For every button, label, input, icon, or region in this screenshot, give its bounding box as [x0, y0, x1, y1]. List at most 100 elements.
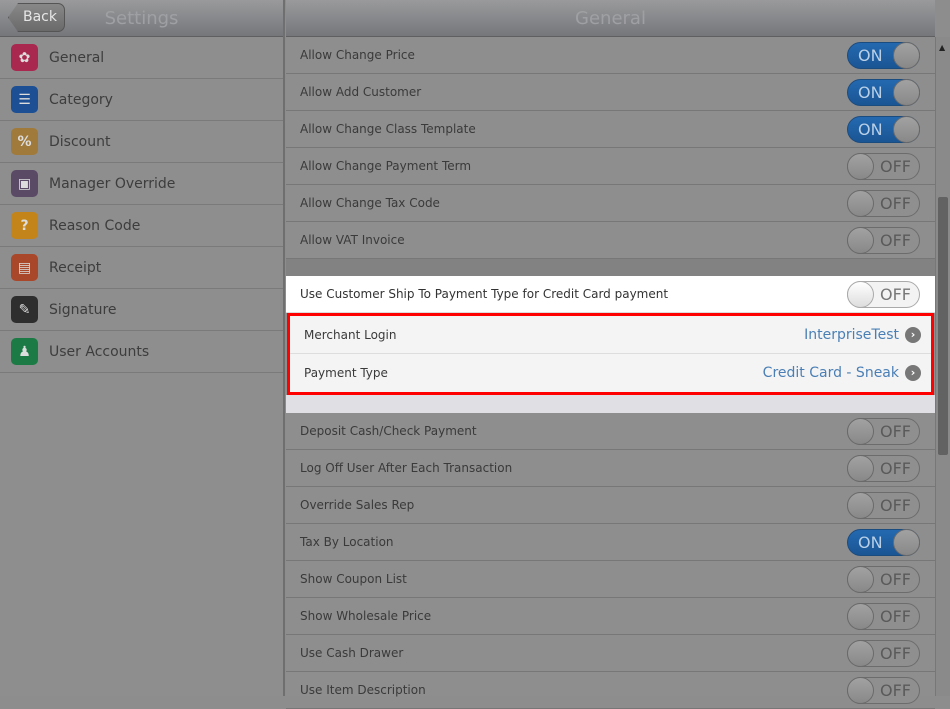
setting-label: Use Item Description: [300, 683, 426, 697]
sidebar-item-label: Discount: [49, 133, 111, 150]
toggle-knob: [847, 152, 874, 180]
setting-label: Merchant Login: [304, 327, 397, 342]
scrollbar[interactable]: ▲: [935, 37, 950, 696]
scrollbar-thumb[interactable]: [938, 197, 948, 455]
toggle-state: ON: [858, 82, 883, 102]
toggle-state: OFF: [880, 193, 911, 213]
badge-icon: ▣: [11, 170, 38, 197]
sidebar-item-receipt[interactable]: ▤ Receipt: [0, 247, 283, 289]
setting-row: Allow Change Class Template ON: [286, 111, 935, 148]
setting-label: Payment Type: [304, 366, 388, 380]
toggle-switch[interactable]: ON: [847, 528, 920, 556]
sidebar-item-label: Reason Code: [49, 217, 141, 234]
setting-row: Tax By Location ON: [286, 524, 935, 561]
section-gap: [286, 395, 935, 413]
setting-row: Log Off User After Each Transaction OFF: [286, 450, 935, 487]
setting-label: Allow VAT Invoice: [300, 233, 405, 247]
sidebar-item-user-accounts[interactable]: ♟ User Accounts: [0, 331, 283, 373]
setting-label: Allow Change Tax Code: [300, 196, 440, 210]
toggle-knob: [847, 226, 874, 254]
setting-label: Show Wholesale Price: [300, 609, 432, 623]
setting-row: Allow Change Payment Term OFF: [286, 148, 935, 185]
setting-label: Show Coupon List: [300, 572, 407, 586]
toggle-knob: [847, 417, 874, 445]
setting-label: Tax By Location: [300, 535, 394, 549]
toggle-switch[interactable]: OFF: [847, 676, 920, 704]
toggle-knob: [893, 115, 920, 143]
chevron-right-icon: ›: [905, 326, 921, 343]
toggle-switch[interactable]: OFF: [847, 602, 920, 630]
toggle-switch[interactable]: OFF: [847, 189, 920, 217]
toggle-state: OFF: [880, 421, 911, 441]
sidebar-item-signature[interactable]: ✎ Signature: [0, 289, 283, 331]
sidebar-item-discount[interactable]: % Discount: [0, 121, 283, 163]
sidebar-header: Back Settings: [0, 0, 283, 37]
toggle-knob: [847, 565, 874, 593]
tag-icon: %: [11, 128, 38, 155]
setting-row: Allow VAT Invoice OFF: [286, 222, 935, 259]
sidebar-item-label: Manager Override: [49, 175, 176, 192]
merchant-login-value: InterpriseTest: [804, 326, 899, 343]
scroll-up-arrow-icon[interactable]: ▲: [939, 43, 945, 52]
toggle-knob: [847, 189, 874, 217]
toggle-state: OFF: [880, 495, 911, 515]
panel-title: General: [575, 8, 646, 29]
list-icon: ☰: [11, 86, 38, 113]
setting-row: Allow Change Price ON: [286, 37, 935, 74]
setting-label: Allow Change Class Template: [300, 122, 476, 136]
toggle-switch[interactable]: OFF: [847, 491, 920, 519]
general-panel: General Allow Change Price ON Allow Add Cu…: [286, 0, 935, 709]
chevron-right-icon: ›: [905, 365, 921, 381]
setting-row: Deposit Cash/Check Payment OFF: [286, 413, 935, 450]
pen-icon: ✎: [11, 296, 38, 323]
toggle-knob: [847, 454, 874, 482]
toggle-knob: [847, 602, 874, 630]
toggle-switch[interactable]: OFF: [847, 565, 920, 593]
gear-icon: ✿: [11, 44, 38, 71]
sidebar-item-label: User Accounts: [49, 343, 150, 360]
toggle-knob: [847, 639, 874, 667]
toggle-state: ON: [858, 45, 883, 65]
sidebar-item-label: General: [49, 49, 105, 66]
toggle-switch[interactable]: OFF: [847, 280, 920, 308]
setting-row: Use Item Description OFF: [286, 672, 935, 709]
payment-type-row[interactable]: Payment Type Credit Card - Sneak ›: [290, 354, 931, 392]
back-button[interactable]: Back: [8, 3, 65, 32]
setting-label: Log Off User After Each Transaction: [300, 461, 513, 475]
panel-header: General: [286, 0, 935, 37]
toggle-knob: [893, 78, 920, 106]
toggle-switch[interactable]: OFF: [847, 226, 920, 254]
toggle-state: OFF: [880, 458, 911, 478]
setting-label: Allow Add Customer: [300, 85, 422, 99]
toggle-switch[interactable]: OFF: [847, 639, 920, 667]
toggle-switch[interactable]: ON: [847, 41, 920, 69]
toggle-switch[interactable]: ON: [847, 78, 920, 106]
toggle-state: OFF: [880, 230, 911, 250]
toggle-switch[interactable]: OFF: [847, 454, 920, 482]
sidebar-title: Settings: [104, 8, 179, 29]
toggle-switch[interactable]: OFF: [847, 417, 920, 445]
sidebar-item-reason-code[interactable]: ? Reason Code: [0, 205, 283, 247]
toggle-knob: [847, 676, 874, 704]
setting-label: Use Customer Ship To Payment Type for Cr…: [300, 287, 669, 301]
receipt-icon: ▤: [11, 254, 38, 281]
toggle-state: OFF: [880, 156, 911, 176]
toggle-knob: [893, 528, 920, 556]
toggle-state: OFF: [880, 284, 911, 304]
highlight-box: Merchant Login InterpriseTest › Payment T…: [287, 313, 934, 395]
setting-label: Use Cash Drawer: [300, 646, 404, 660]
toggle-switch[interactable]: ON: [847, 115, 920, 143]
sidebar-item-category[interactable]: ☰ Category: [0, 79, 283, 121]
sidebar-item-manager-override[interactable]: ▣ Manager Override: [0, 163, 283, 205]
setting-row: Show Wholesale Price OFF: [286, 598, 935, 635]
toggle-switch[interactable]: OFF: [847, 152, 920, 180]
toggle-state: ON: [858, 532, 883, 552]
settings-sidebar: Back Settings ✿ General ☰ Category% Discount…: [0, 0, 285, 696]
section-gap: [286, 259, 935, 276]
setting-row: Allow Change Tax Code OFF: [286, 185, 935, 222]
sidebar-item-label: Category: [49, 91, 113, 108]
sidebar-item-general[interactable]: ✿ General: [0, 37, 283, 79]
toggle-knob: [847, 280, 874, 308]
merchant-login-row[interactable]: Merchant Login InterpriseTest ›: [290, 316, 931, 354]
setting-label: Allow Change Payment Term: [300, 159, 472, 173]
